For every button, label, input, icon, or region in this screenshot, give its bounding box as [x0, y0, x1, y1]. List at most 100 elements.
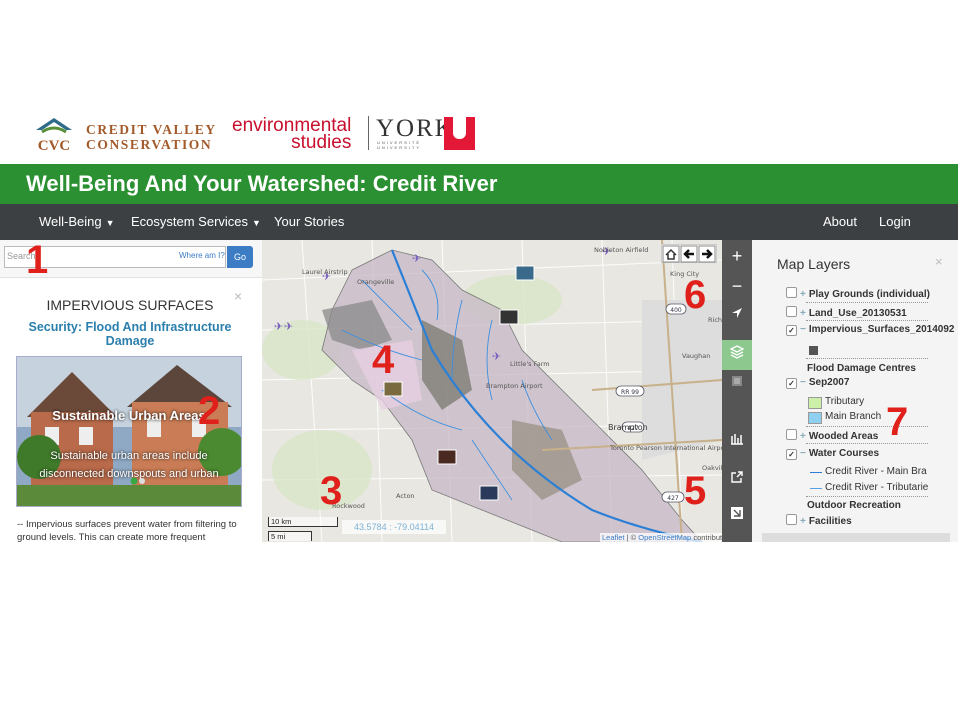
nav-history-control: [661, 244, 717, 263]
leaflet-link[interactable]: Leaflet: [602, 533, 625, 542]
legend-main-branch: Main Branch: [825, 411, 882, 422]
layer-water-courses[interactable]: ✓ − Water Courses: [786, 448, 879, 460]
road-shield-427b: 427: [667, 495, 679, 502]
app-title: Well-Being And Your Watershed: Credit Ri…: [26, 171, 498, 196]
layer-impervious[interactable]: ✓ − Impervious_Surfaces_2014092: [786, 324, 955, 336]
layer-checkbox-checked[interactable]: ✓: [786, 449, 797, 460]
york-u-logo-inner: [453, 117, 466, 139]
es-line2: studies: [291, 132, 352, 153]
layer-checkbox[interactable]: [786, 287, 797, 298]
layer-label: Land_Use_20130531: [808, 308, 907, 319]
zoom-in-button[interactable]: +: [722, 244, 752, 268]
layers-scrollbar[interactable]: [762, 533, 950, 542]
layer-separator: [806, 496, 928, 497]
expand-icon[interactable]: +: [800, 431, 806, 442]
card-heading: IMPERVIOUS SURFACES: [46, 297, 214, 313]
cvc-line2: CONSERVATION: [86, 137, 213, 152]
layers-icon[interactable]: [722, 340, 752, 370]
environmental-studies-logo: environmental studies: [232, 116, 352, 153]
layer-checkbox-checked[interactable]: ✓: [786, 325, 797, 336]
layer-flood-damage[interactable]: ✓ − Sep2007: [786, 377, 849, 389]
chart-icon[interactable]: [722, 432, 752, 456]
nav-well-being-label: Well-Being: [39, 214, 102, 229]
layer-land-use[interactable]: + Land_Use_20130531: [786, 306, 907, 319]
map-label-acton: Acton: [396, 492, 415, 500]
logo-divider: [368, 116, 369, 150]
expand-icon[interactable]: +: [800, 308, 806, 319]
map-label-richmond-hill: Richmond Hill: [708, 316, 722, 324]
layers-title: Map Layers: [777, 256, 851, 272]
expand-icon[interactable]: +: [800, 516, 806, 527]
collapse-icon[interactable]: −: [800, 324, 806, 335]
nav-login[interactable]: Login: [879, 204, 911, 240]
collapse-icon[interactable]: −: [800, 377, 806, 388]
close-icon[interactable]: ×: [935, 254, 943, 269]
card-body-text: -- Impervious surfaces prevent water fro…: [17, 519, 237, 543]
layer-separator: [806, 358, 928, 359]
basemap-icon[interactable]: [722, 374, 752, 398]
layer-separator: [806, 320, 928, 321]
layer-outdoor-label-line1: Outdoor Recreation: [807, 500, 901, 511]
layer-checkbox-checked[interactable]: ✓: [786, 378, 797, 389]
annotation-4: 4: [372, 338, 395, 382]
layer-flood-label-line1: Flood Damage Centres: [807, 363, 916, 374]
carousel-indicator[interactable]: [130, 472, 146, 490]
map-label-brampton: Brampton: [608, 423, 648, 432]
road-shield-rr99: RR 99: [621, 389, 639, 396]
print-icon[interactable]: [722, 506, 752, 530]
caret-down-icon: ▼: [252, 218, 261, 228]
legend-swatch-tributary: [808, 397, 822, 409]
annotation-6: 6: [684, 273, 707, 317]
map-attribution: Leaflet | © OpenStreetMap contributors: [600, 533, 735, 542]
layer-checkbox[interactable]: [786, 429, 797, 440]
layer-wooded-areas[interactable]: + Wooded Areas: [786, 429, 878, 442]
nav-your-stories[interactable]: Your Stories: [274, 204, 344, 240]
svg-text:✈: ✈: [284, 320, 293, 333]
scale-bar-km: 10 km: [268, 517, 338, 527]
nav-ecosystem-services[interactable]: Ecosystem Services ▼: [131, 204, 261, 241]
svg-text:✈: ✈: [412, 252, 421, 265]
map-label-laurel: Laurel Airstrip: [302, 268, 348, 276]
layer-checkbox[interactable]: [786, 514, 797, 525]
annotation-5: 5: [684, 469, 707, 513]
layer-label: Water Courses: [808, 448, 880, 459]
layer-separator: [806, 443, 928, 444]
layer-checkbox[interactable]: [786, 306, 797, 317]
share-icon[interactable]: [722, 470, 752, 496]
legend-line-main: [810, 472, 822, 473]
zoom-out-button[interactable]: −: [722, 274, 752, 298]
caret-down-icon: ▼: [105, 218, 115, 228]
map-label-nobleton: Nobleton Airfield: [594, 246, 648, 254]
osm-link[interactable]: OpenStreetMap: [638, 533, 691, 542]
home-icon: [662, 245, 680, 263]
york-sub2: UNIVERSITY: [377, 145, 422, 150]
coordinate-readout: 43.5784 : -79.04114: [342, 520, 446, 534]
card-caption-text: Sustainable urban areas include disconne…: [39, 450, 219, 480]
layer-label: Facilities: [808, 516, 852, 527]
legend-line-trib: [810, 488, 822, 489]
svg-text:✈: ✈: [492, 350, 501, 363]
collapse-icon[interactable]: −: [800, 448, 806, 459]
expand-icon[interactable]: +: [800, 289, 806, 300]
annotation-1: 1: [26, 238, 49, 282]
cvc-line1: CREDIT VALLEY: [86, 122, 217, 137]
locate-icon[interactable]: [722, 306, 752, 328]
scale-bar-mi: 5 mi: [268, 531, 312, 541]
layer-label: Sep2007: [808, 377, 850, 388]
go-button[interactable]: Go: [227, 246, 253, 268]
layer-outdoor-recreation[interactable]: + Facilities: [786, 514, 852, 527]
annotation-7: 7: [886, 400, 909, 444]
layer-play-grounds[interactable]: + Play Grounds (individual): [786, 287, 930, 300]
layer-label: Wooded Areas: [808, 431, 879, 442]
nav-well-being[interactable]: Well-Being ▼: [39, 204, 115, 241]
legend-swatch-impervious: [809, 346, 818, 355]
road-shield-400: 400: [670, 307, 682, 314]
nav-about[interactable]: About: [823, 204, 857, 240]
where-am-i-link[interactable]: Where am I?: [179, 251, 225, 260]
legend-tributary: Tributary: [825, 396, 865, 407]
legend-credit-trib: Credit River - Tributarie: [825, 482, 929, 493]
legend-credit-main: Credit River - Main Bra: [825, 466, 927, 477]
york-logo-subtext: UNIVERSITÉ UNIVERSITY: [377, 140, 421, 150]
map-label-pearson: Toronto Pearson International Airport: [609, 444, 722, 452]
cvc-logo: CVC: [32, 114, 76, 154]
